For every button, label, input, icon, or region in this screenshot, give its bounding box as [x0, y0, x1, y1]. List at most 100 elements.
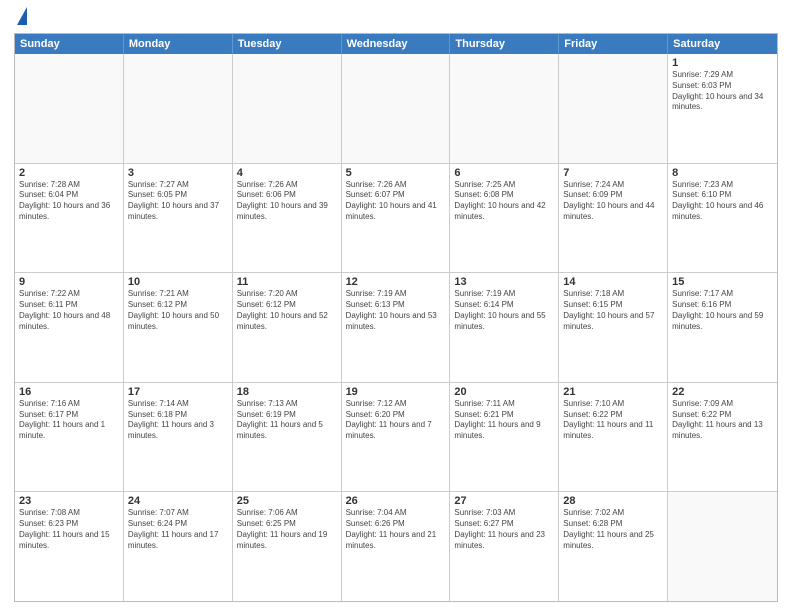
- calendar-row-3: 16Sunrise: 7:16 AM Sunset: 6:17 PM Dayli…: [15, 382, 777, 492]
- calendar-cell-2-0: 9Sunrise: 7:22 AM Sunset: 6:11 PM Daylig…: [15, 273, 124, 382]
- day-number: 28: [563, 495, 663, 507]
- day-info: Sunrise: 7:20 AM Sunset: 6:12 PM Dayligh…: [237, 289, 337, 332]
- calendar-cell-1-2: 4Sunrise: 7:26 AM Sunset: 6:06 PM Daylig…: [233, 164, 342, 273]
- day-info: Sunrise: 7:16 AM Sunset: 6:17 PM Dayligh…: [19, 399, 119, 442]
- calendar-cell-2-4: 13Sunrise: 7:19 AM Sunset: 6:14 PM Dayli…: [450, 273, 559, 382]
- calendar-row-1: 2Sunrise: 7:28 AM Sunset: 6:04 PM Daylig…: [15, 163, 777, 273]
- calendar-cell-2-5: 14Sunrise: 7:18 AM Sunset: 6:15 PM Dayli…: [559, 273, 668, 382]
- day-info: Sunrise: 7:06 AM Sunset: 6:25 PM Dayligh…: [237, 508, 337, 551]
- day-number: 1: [672, 57, 773, 69]
- calendar-cell-0-3: [342, 54, 451, 163]
- day-info: Sunrise: 7:23 AM Sunset: 6:10 PM Dayligh…: [672, 180, 773, 223]
- calendar-cell-3-4: 20Sunrise: 7:11 AM Sunset: 6:21 PM Dayli…: [450, 383, 559, 492]
- logo: [14, 12, 27, 25]
- day-info: Sunrise: 7:21 AM Sunset: 6:12 PM Dayligh…: [128, 289, 228, 332]
- calendar-cell-1-3: 5Sunrise: 7:26 AM Sunset: 6:07 PM Daylig…: [342, 164, 451, 273]
- calendar-cell-3-2: 18Sunrise: 7:13 AM Sunset: 6:19 PM Dayli…: [233, 383, 342, 492]
- calendar-header: SundayMondayTuesdayWednesdayThursdayFrid…: [15, 34, 777, 54]
- calendar-body: 1Sunrise: 7:29 AM Sunset: 6:03 PM Daylig…: [15, 54, 777, 601]
- weekday-header-wednesday: Wednesday: [342, 34, 451, 54]
- calendar-cell-4-4: 27Sunrise: 7:03 AM Sunset: 6:27 PM Dayli…: [450, 492, 559, 601]
- day-info: Sunrise: 7:24 AM Sunset: 6:09 PM Dayligh…: [563, 180, 663, 223]
- calendar-cell-1-5: 7Sunrise: 7:24 AM Sunset: 6:09 PM Daylig…: [559, 164, 668, 273]
- calendar-cell-1-0: 2Sunrise: 7:28 AM Sunset: 6:04 PM Daylig…: [15, 164, 124, 273]
- day-number: 16: [19, 386, 119, 398]
- header: [14, 12, 778, 25]
- calendar: SundayMondayTuesdayWednesdayThursdayFrid…: [14, 33, 778, 602]
- calendar-cell-4-3: 26Sunrise: 7:04 AM Sunset: 6:26 PM Dayli…: [342, 492, 451, 601]
- day-number: 27: [454, 495, 554, 507]
- calendar-cell-4-5: 28Sunrise: 7:02 AM Sunset: 6:28 PM Dayli…: [559, 492, 668, 601]
- calendar-cell-0-2: [233, 54, 342, 163]
- calendar-cell-3-5: 21Sunrise: 7:10 AM Sunset: 6:22 PM Dayli…: [559, 383, 668, 492]
- day-info: Sunrise: 7:26 AM Sunset: 6:06 PM Dayligh…: [237, 180, 337, 223]
- day-number: 7: [563, 167, 663, 179]
- calendar-row-4: 23Sunrise: 7:08 AM Sunset: 6:23 PM Dayli…: [15, 491, 777, 601]
- calendar-cell-4-2: 25Sunrise: 7:06 AM Sunset: 6:25 PM Dayli…: [233, 492, 342, 601]
- calendar-cell-0-5: [559, 54, 668, 163]
- weekday-header-friday: Friday: [559, 34, 668, 54]
- day-number: 25: [237, 495, 337, 507]
- day-info: Sunrise: 7:08 AM Sunset: 6:23 PM Dayligh…: [19, 508, 119, 551]
- calendar-row-2: 9Sunrise: 7:22 AM Sunset: 6:11 PM Daylig…: [15, 272, 777, 382]
- calendar-cell-0-1: [124, 54, 233, 163]
- day-info: Sunrise: 7:29 AM Sunset: 6:03 PM Dayligh…: [672, 70, 773, 113]
- day-info: Sunrise: 7:27 AM Sunset: 6:05 PM Dayligh…: [128, 180, 228, 223]
- calendar-cell-2-6: 15Sunrise: 7:17 AM Sunset: 6:16 PM Dayli…: [668, 273, 777, 382]
- day-number: 21: [563, 386, 663, 398]
- logo-triangle-icon: [17, 7, 27, 25]
- day-info: Sunrise: 7:04 AM Sunset: 6:26 PM Dayligh…: [346, 508, 446, 551]
- calendar-cell-3-3: 19Sunrise: 7:12 AM Sunset: 6:20 PM Dayli…: [342, 383, 451, 492]
- calendar-cell-2-2: 11Sunrise: 7:20 AM Sunset: 6:12 PM Dayli…: [233, 273, 342, 382]
- day-info: Sunrise: 7:09 AM Sunset: 6:22 PM Dayligh…: [672, 399, 773, 442]
- day-number: 8: [672, 167, 773, 179]
- day-number: 15: [672, 276, 773, 288]
- day-info: Sunrise: 7:11 AM Sunset: 6:21 PM Dayligh…: [454, 399, 554, 442]
- day-info: Sunrise: 7:03 AM Sunset: 6:27 PM Dayligh…: [454, 508, 554, 551]
- weekday-header-thursday: Thursday: [450, 34, 559, 54]
- day-info: Sunrise: 7:22 AM Sunset: 6:11 PM Dayligh…: [19, 289, 119, 332]
- calendar-cell-0-0: [15, 54, 124, 163]
- day-info: Sunrise: 7:18 AM Sunset: 6:15 PM Dayligh…: [563, 289, 663, 332]
- day-number: 18: [237, 386, 337, 398]
- day-info: Sunrise: 7:28 AM Sunset: 6:04 PM Dayligh…: [19, 180, 119, 223]
- day-number: 9: [19, 276, 119, 288]
- day-number: 12: [346, 276, 446, 288]
- day-info: Sunrise: 7:25 AM Sunset: 6:08 PM Dayligh…: [454, 180, 554, 223]
- day-number: 14: [563, 276, 663, 288]
- day-number: 5: [346, 167, 446, 179]
- weekday-header-tuesday: Tuesday: [233, 34, 342, 54]
- weekday-header-saturday: Saturday: [668, 34, 777, 54]
- page: SundayMondayTuesdayWednesdayThursdayFrid…: [0, 0, 792, 612]
- day-info: Sunrise: 7:12 AM Sunset: 6:20 PM Dayligh…: [346, 399, 446, 442]
- day-info: Sunrise: 7:13 AM Sunset: 6:19 PM Dayligh…: [237, 399, 337, 442]
- calendar-cell-4-6: [668, 492, 777, 601]
- calendar-cell-2-3: 12Sunrise: 7:19 AM Sunset: 6:13 PM Dayli…: [342, 273, 451, 382]
- calendar-cell-3-1: 17Sunrise: 7:14 AM Sunset: 6:18 PM Dayli…: [124, 383, 233, 492]
- calendar-cell-0-4: [450, 54, 559, 163]
- calendar-cell-1-6: 8Sunrise: 7:23 AM Sunset: 6:10 PM Daylig…: [668, 164, 777, 273]
- day-number: 2: [19, 167, 119, 179]
- day-number: 6: [454, 167, 554, 179]
- day-info: Sunrise: 7:10 AM Sunset: 6:22 PM Dayligh…: [563, 399, 663, 442]
- weekday-header-monday: Monday: [124, 34, 233, 54]
- calendar-cell-3-6: 22Sunrise: 7:09 AM Sunset: 6:22 PM Dayli…: [668, 383, 777, 492]
- calendar-cell-3-0: 16Sunrise: 7:16 AM Sunset: 6:17 PM Dayli…: [15, 383, 124, 492]
- weekday-header-sunday: Sunday: [15, 34, 124, 54]
- day-number: 13: [454, 276, 554, 288]
- calendar-row-0: 1Sunrise: 7:29 AM Sunset: 6:03 PM Daylig…: [15, 54, 777, 163]
- day-number: 24: [128, 495, 228, 507]
- day-info: Sunrise: 7:02 AM Sunset: 6:28 PM Dayligh…: [563, 508, 663, 551]
- calendar-cell-4-0: 23Sunrise: 7:08 AM Sunset: 6:23 PM Dayli…: [15, 492, 124, 601]
- day-number: 10: [128, 276, 228, 288]
- calendar-cell-0-6: 1Sunrise: 7:29 AM Sunset: 6:03 PM Daylig…: [668, 54, 777, 163]
- day-number: 11: [237, 276, 337, 288]
- day-info: Sunrise: 7:07 AM Sunset: 6:24 PM Dayligh…: [128, 508, 228, 551]
- day-number: 3: [128, 167, 228, 179]
- calendar-cell-1-1: 3Sunrise: 7:27 AM Sunset: 6:05 PM Daylig…: [124, 164, 233, 273]
- day-info: Sunrise: 7:26 AM Sunset: 6:07 PM Dayligh…: [346, 180, 446, 223]
- day-info: Sunrise: 7:17 AM Sunset: 6:16 PM Dayligh…: [672, 289, 773, 332]
- calendar-cell-4-1: 24Sunrise: 7:07 AM Sunset: 6:24 PM Dayli…: [124, 492, 233, 601]
- day-number: 20: [454, 386, 554, 398]
- day-number: 22: [672, 386, 773, 398]
